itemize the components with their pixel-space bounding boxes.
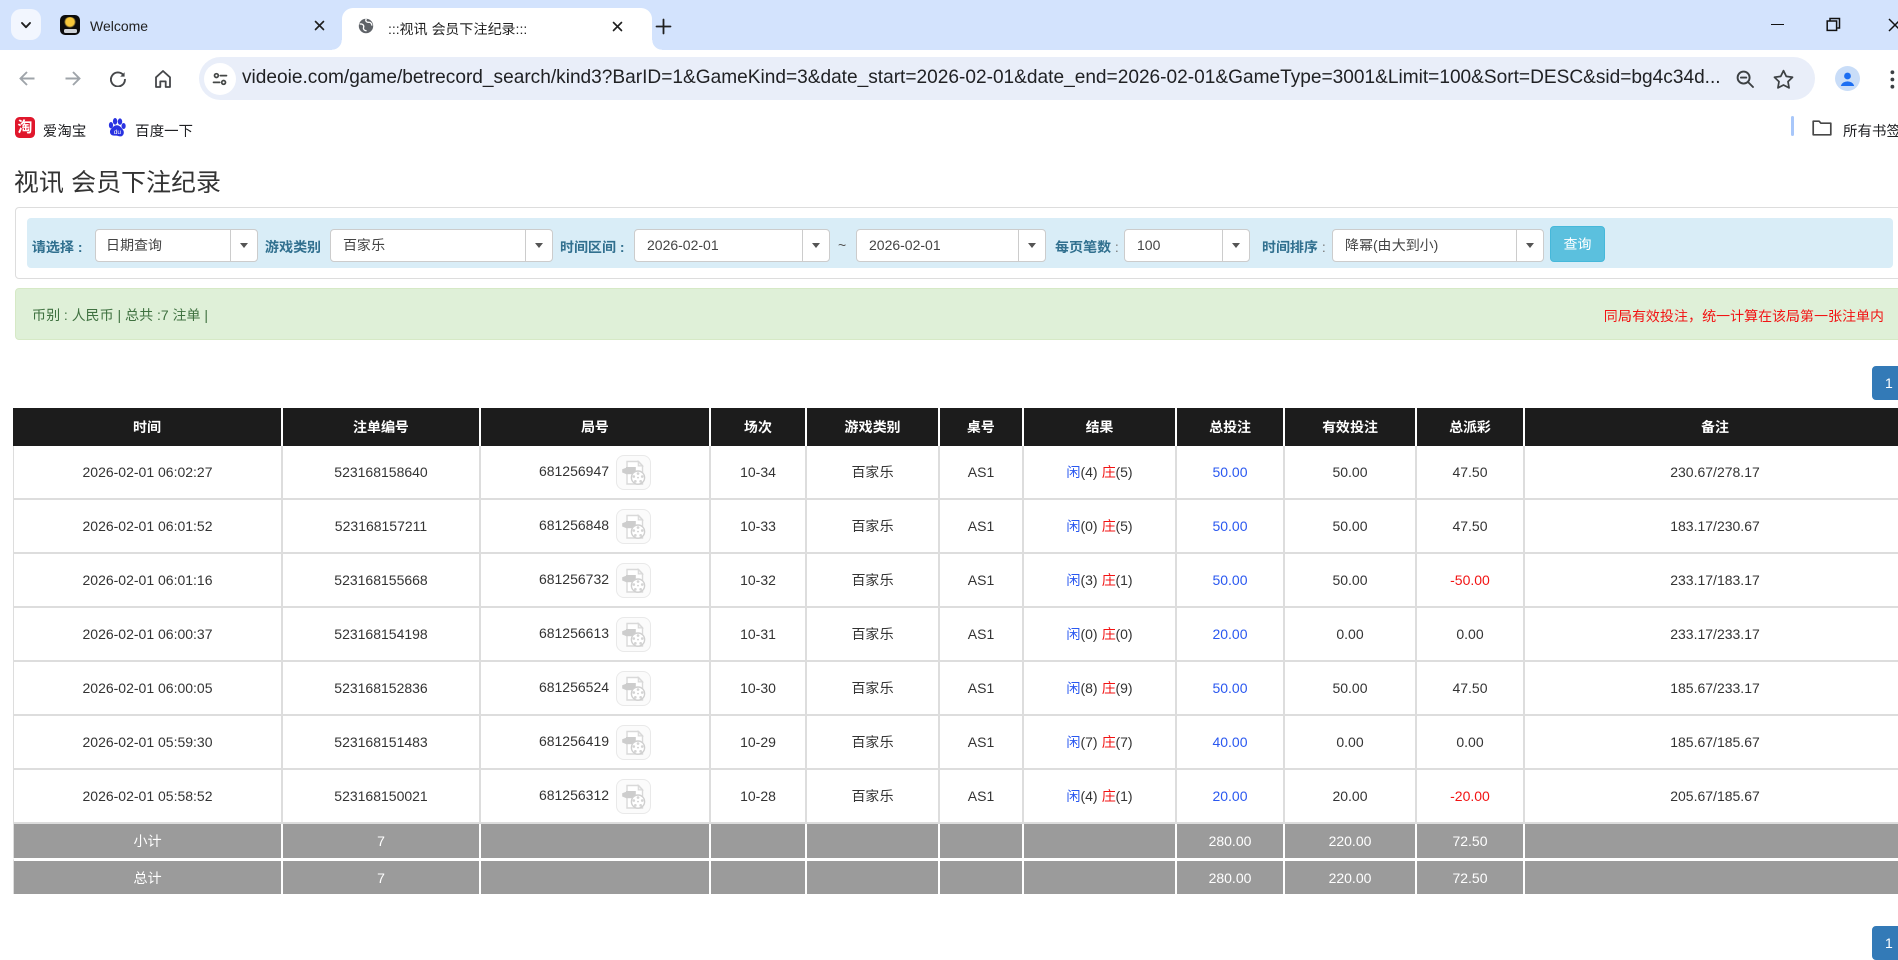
svg-text:du: du xyxy=(114,129,122,136)
